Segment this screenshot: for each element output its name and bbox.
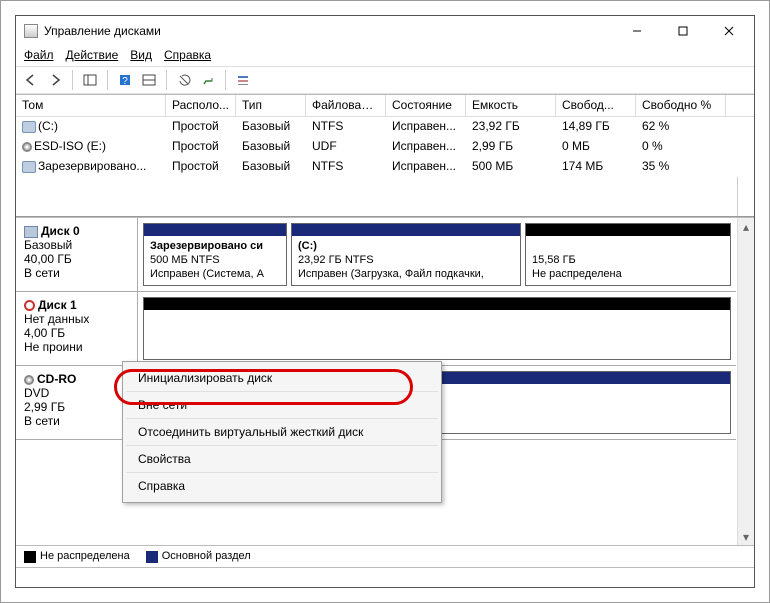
partition-stripe (292, 224, 520, 236)
volume-row[interactable]: ESD-ISO (E:) Простой Базовый UDF Исправе… (16, 137, 754, 157)
titlebar: Управление дисками (16, 16, 754, 46)
context-item-detach-vhd[interactable]: Отсоединить виртуальный жесткий диск (126, 419, 438, 446)
menu-file[interactable]: Файл (24, 48, 54, 62)
column-volume[interactable]: Том (16, 95, 166, 116)
partition[interactable]: (C:)23,92 ГБ NTFSИсправен (Загрузка, Фай… (291, 223, 521, 286)
disk-header[interactable]: CD-RO DVD 2,99 ГБ В сети (16, 366, 138, 439)
menubar: Файл Действие Вид Справка (16, 46, 754, 66)
list-view-button[interactable] (232, 69, 254, 91)
context-menu: Инициализировать диск Вне сети Отсоедини… (122, 361, 442, 503)
show-hide-console-tree-button[interactable] (79, 69, 101, 91)
vertical-scrollbar[interactable]: ▴ ▾ (737, 218, 754, 545)
context-item-properties[interactable]: Свойства (126, 446, 438, 473)
column-free[interactable]: Свобод... (556, 95, 636, 116)
menu-action[interactable]: Действие (66, 48, 119, 62)
legend: Не распределена Основной раздел (16, 545, 754, 567)
context-item-help[interactable]: Справка (126, 473, 438, 499)
legend-swatch-unallocated (24, 551, 36, 563)
rescan-disks-button[interactable] (197, 69, 219, 91)
cd-icon (24, 375, 34, 385)
view-settings-button[interactable] (138, 69, 160, 91)
column-free-pct[interactable]: Свободно % (636, 95, 726, 116)
back-button[interactable] (20, 69, 42, 91)
cd-icon (22, 142, 32, 152)
context-item-initialize-disk[interactable]: Инициализировать диск (126, 365, 438, 392)
column-status[interactable]: Состояние (386, 95, 466, 116)
help-button[interactable]: ? (114, 69, 136, 91)
disk-header[interactable]: Диск 1 Нет данных 4,00 ГБ Не проини (16, 292, 138, 365)
volume-list: Том Располо... Тип Файловая с... Состоян… (16, 95, 754, 218)
column-filesystem[interactable]: Файловая с... (306, 95, 386, 116)
disk-icon (22, 121, 36, 133)
close-button[interactable] (706, 16, 752, 46)
column-layout[interactable]: Располо... (166, 95, 236, 116)
partition[interactable] (143, 297, 731, 360)
volume-row[interactable]: Зарезервировано... Простой Базовый NTFS … (16, 157, 754, 177)
svg-text:?: ? (122, 76, 128, 87)
partition[interactable]: 15,58 ГБНе распределена (525, 223, 731, 286)
minimize-button[interactable] (614, 16, 660, 46)
partition-stripe (144, 298, 730, 310)
toolbar: ? (16, 66, 754, 94)
forward-button[interactable] (44, 69, 66, 91)
warning-icon (24, 300, 35, 311)
disk-icon (22, 161, 36, 173)
partition[interactable]: Зарезервировано си500 МБ NTFSИсправен (С… (143, 223, 287, 286)
refresh-button[interactable] (173, 69, 195, 91)
scroll-down-icon[interactable]: ▾ (738, 528, 754, 545)
volume-list-header: Том Располо... Тип Файловая с... Состоян… (16, 95, 754, 117)
scroll-up-icon[interactable]: ▴ (738, 218, 754, 235)
disk-icon (24, 226, 38, 238)
legend-swatch-primary (146, 551, 158, 563)
partition-stripe (144, 224, 286, 236)
disk-row[interactable]: Диск 1 Нет данных 4,00 ГБ Не проини (16, 292, 736, 366)
app-icon (24, 24, 38, 38)
window-title: Управление дисками (44, 24, 614, 38)
disk-header[interactable]: Диск 0 Базовый 40,00 ГБ В сети (16, 218, 138, 291)
disk-row[interactable]: Диск 0 Базовый 40,00 ГБ В сети Зарезерви… (16, 218, 736, 292)
column-capacity[interactable]: Емкость (466, 95, 556, 116)
menu-view[interactable]: Вид (130, 48, 152, 62)
context-item-offline[interactable]: Вне сети (126, 392, 438, 419)
status-bar (16, 567, 754, 587)
menu-help[interactable]: Справка (164, 48, 211, 62)
column-type[interactable]: Тип (236, 95, 306, 116)
maximize-button[interactable] (660, 16, 706, 46)
volume-row[interactable]: (C:) Простой Базовый NTFS Исправен... 23… (16, 117, 754, 137)
partition-stripe (526, 224, 730, 236)
